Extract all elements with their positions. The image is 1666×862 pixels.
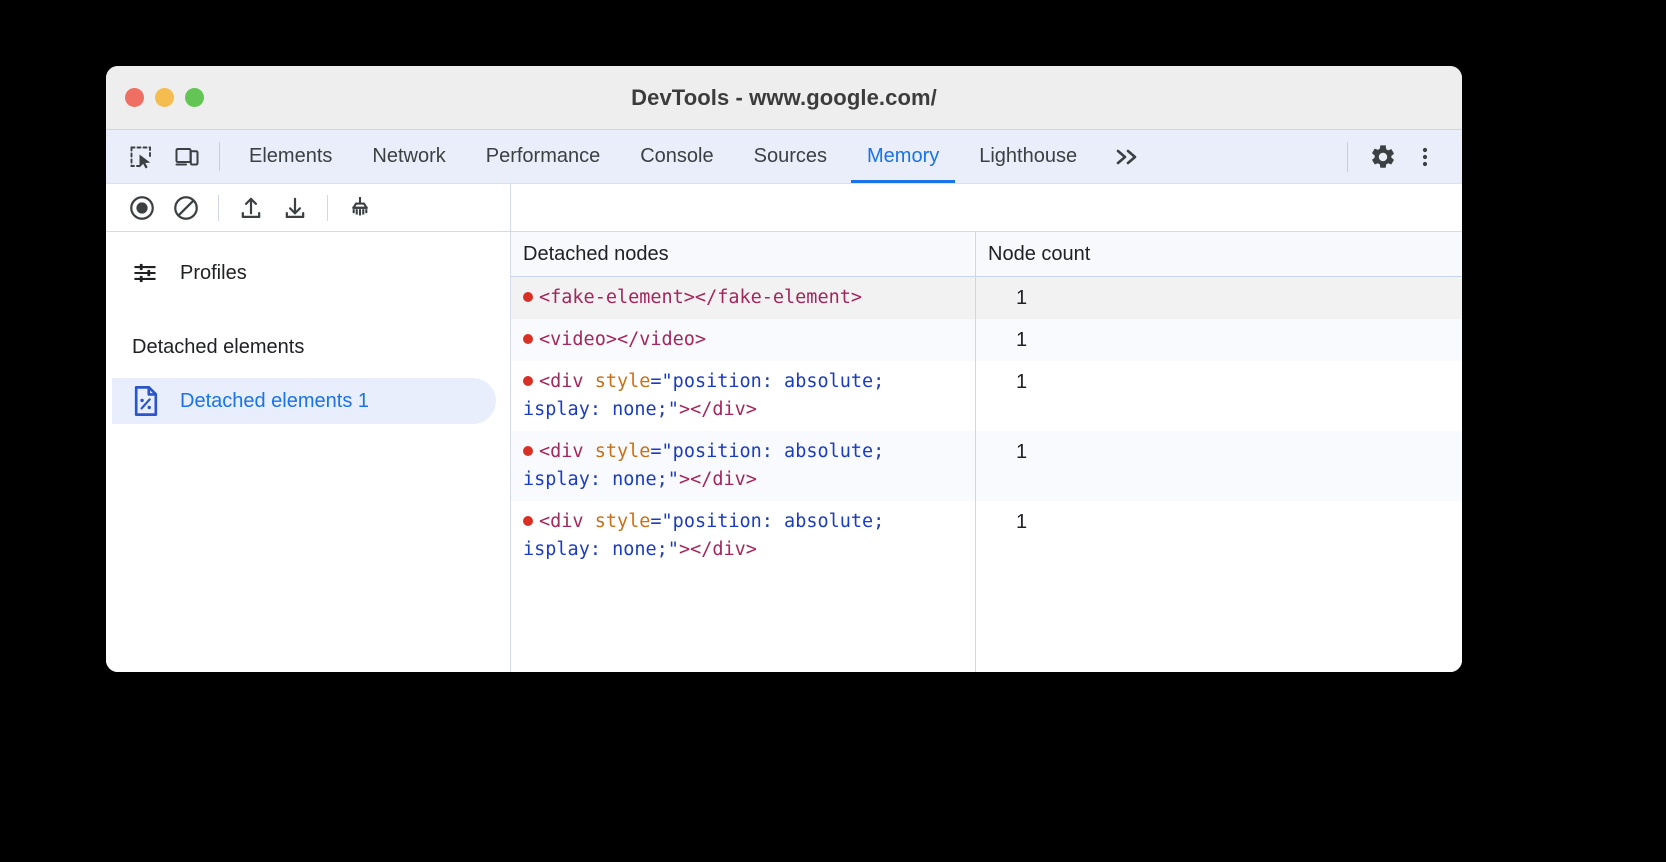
detached-node-bullet-icon: [523, 292, 533, 302]
inspect-element-icon[interactable]: [118, 130, 164, 183]
column-header-node-count[interactable]: Node count: [976, 232, 1462, 276]
tab-label: Performance: [486, 145, 601, 168]
detached-elements-view: Detached nodes Node count <fake-element>…: [511, 184, 1462, 672]
tab-label: Memory: [867, 145, 939, 168]
profile-document-icon: [132, 386, 166, 416]
tabstrip-divider: [219, 142, 220, 171]
close-window-button[interactable]: [125, 88, 144, 107]
load-button[interactable]: [229, 188, 273, 228]
table-row[interactable]: <video></video> 1: [511, 319, 1462, 361]
profiles-sidebar: Profiles Detached elements: [106, 232, 510, 672]
tab-sources[interactable]: Sources: [734, 130, 847, 183]
node-tag-close: ></div>: [679, 469, 757, 490]
toolbar-divider: [218, 195, 219, 221]
cell-node-count: 1: [976, 319, 1462, 361]
grid-header-row: Detached nodes Node count: [511, 232, 1462, 277]
node-markup: <fake-element></fake-element>: [539, 287, 862, 308]
maximize-window-button[interactable]: [185, 88, 204, 107]
cell-node-count: 1: [976, 277, 1462, 319]
cell-node-count: 1: [976, 361, 1462, 431]
node-attr-name: style: [595, 441, 651, 462]
tab-console[interactable]: Console: [620, 130, 733, 183]
tabstrip-right-controls: [1333, 130, 1462, 183]
window-title: DevTools - www.google.com/: [106, 85, 1462, 111]
detached-node-bullet-icon: [523, 334, 533, 344]
device-toolbar-icon[interactable]: [164, 130, 210, 183]
sidebar-item-detached-elements-1[interactable]: Detached elements 1: [112, 378, 496, 424]
grid-filler-count-col: [976, 571, 1462, 672]
cell-detached-node: <video></video>: [511, 319, 976, 361]
grid-filler-nodes-col: [511, 571, 976, 672]
tab-memory[interactable]: Memory: [847, 130, 959, 183]
tab-label: Lighthouse: [979, 145, 1077, 168]
node-tag-close: ></div>: [679, 539, 757, 560]
cell-detached-node: <div style="position: absolute; isplay: …: [511, 431, 976, 501]
devtools-window: DevTools - www.google.com/ Elements: [106, 66, 1462, 672]
node-tag: <div: [539, 511, 595, 532]
node-attr-name: style: [595, 371, 651, 392]
traffic-lights: [125, 88, 204, 107]
detached-elements-toolbar: [511, 184, 1462, 232]
column-header-label: Detached nodes: [523, 243, 669, 266]
tab-performance[interactable]: Performance: [466, 130, 621, 183]
node-markup: <video></video>: [539, 329, 706, 350]
detached-nodes-grid: Detached nodes Node count <fake-element>…: [511, 232, 1462, 672]
tab-network[interactable]: Network: [352, 130, 465, 183]
tab-label: Network: [372, 145, 445, 168]
detached-node-bullet-icon: [523, 516, 533, 526]
grid-empty-area: [511, 571, 1462, 672]
table-row[interactable]: <div style="position: absolute; isplay: …: [511, 431, 1462, 501]
tab-label: Console: [640, 145, 713, 168]
detached-node-bullet-icon: [523, 446, 533, 456]
cell-detached-node: <div style="position: absolute; isplay: …: [511, 361, 976, 431]
more-tabs-icon[interactable]: [1097, 130, 1159, 183]
table-row[interactable]: <div style="position: absolute; isplay: …: [511, 501, 1462, 571]
detached-node-bullet-icon: [523, 376, 533, 386]
table-row[interactable]: <fake-element></fake-element> 1: [511, 277, 1462, 319]
tab-label: Sources: [754, 145, 827, 168]
minimize-window-button[interactable]: [155, 88, 174, 107]
cell-node-count: 1: [976, 431, 1462, 501]
node-tag-close: ></div>: [679, 399, 757, 420]
sliders-icon: [132, 260, 166, 286]
tab-elements[interactable]: Elements: [229, 130, 352, 183]
record-button[interactable]: [120, 188, 164, 228]
column-header-label: Node count: [988, 243, 1090, 266]
tab-label: Elements: [249, 145, 332, 168]
node-tag: <div: [539, 371, 595, 392]
tab-lighthouse[interactable]: Lighthouse: [959, 130, 1097, 183]
stop-button[interactable]: [164, 188, 208, 228]
memory-panel-body: Profiles Detached elements: [106, 184, 1462, 672]
sidebar-item-label: Profiles: [180, 262, 247, 285]
sidebar-section-heading: Detached elements: [106, 324, 510, 370]
column-header-detached-nodes[interactable]: Detached nodes: [511, 232, 976, 276]
cell-detached-node: <div style="position: absolute; isplay: …: [511, 501, 976, 571]
devtools-tabstrip: Elements Network Performance Console Sou…: [106, 130, 1462, 184]
table-row[interactable]: <div style="position: absolute; isplay: …: [511, 361, 1462, 431]
profiles-sidebar-column: Profiles Detached elements: [106, 184, 511, 672]
sidebar-item-label: Detached elements 1: [180, 390, 369, 413]
sidebar-item-profiles[interactable]: Profiles: [106, 250, 510, 296]
tabstrip-right-divider: [1347, 142, 1348, 172]
kebab-menu-icon[interactable]: [1404, 136, 1446, 178]
node-attr-name: style: [595, 511, 651, 532]
window-titlebar: DevTools - www.google.com/: [106, 66, 1462, 130]
save-button[interactable]: [273, 188, 317, 228]
cell-node-count: 1: [976, 501, 1462, 571]
node-tag: <div: [539, 441, 595, 462]
cell-detached-node: <fake-element></fake-element>: [511, 277, 976, 319]
clear-button[interactable]: [338, 188, 382, 228]
toolbar-divider: [327, 195, 328, 221]
profile-toolbar: [106, 184, 510, 232]
gear-icon[interactable]: [1362, 136, 1404, 178]
